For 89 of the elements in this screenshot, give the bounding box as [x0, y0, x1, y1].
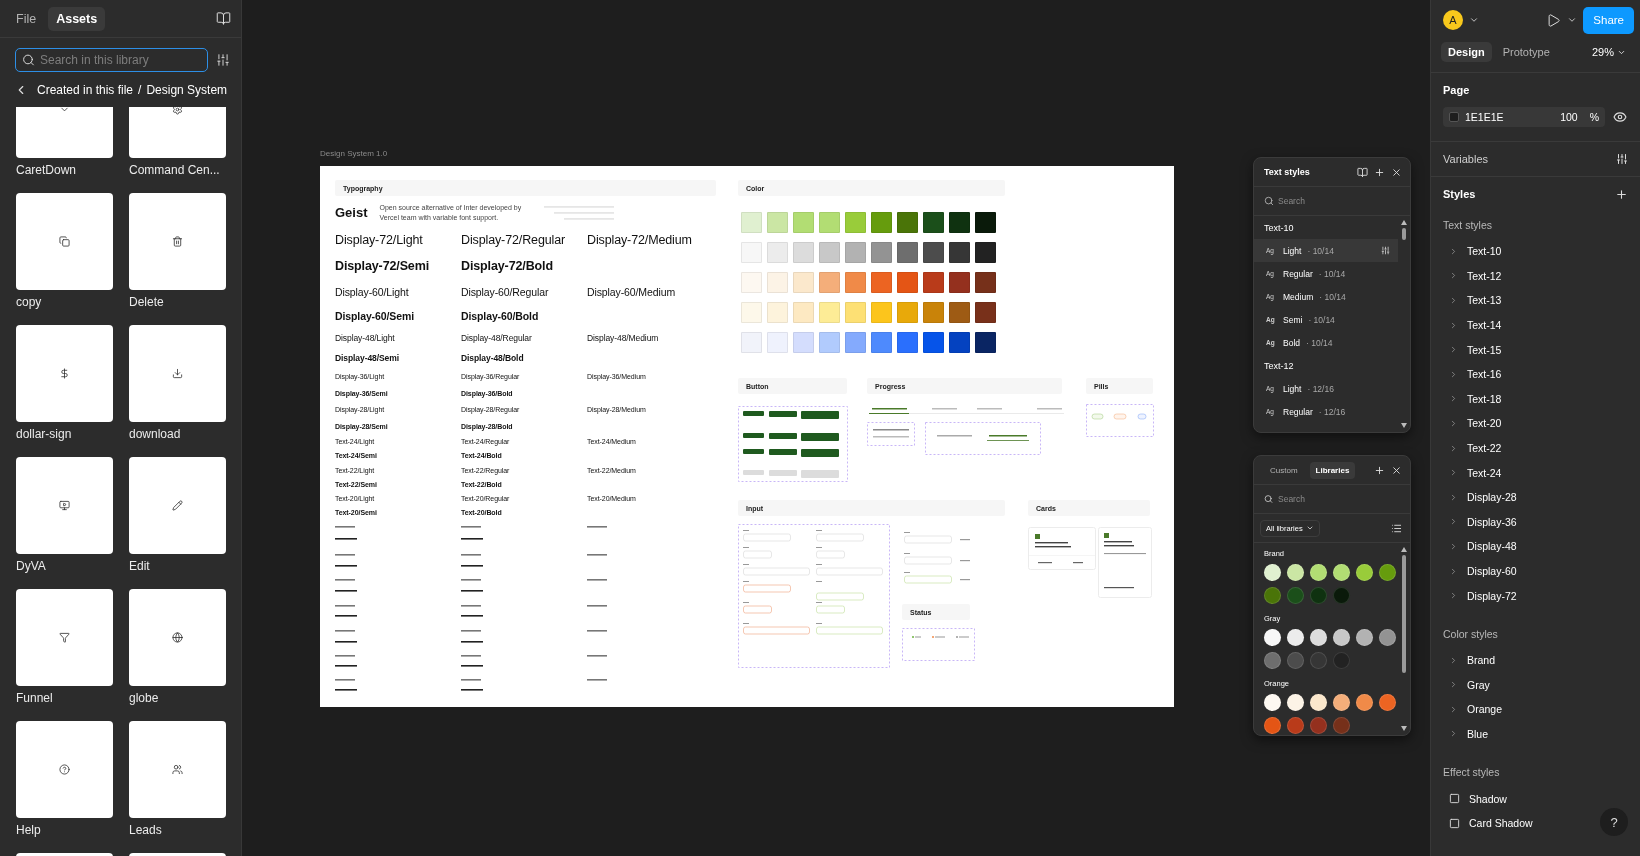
effect-style[interactable]: Card Shadow: [1443, 810, 1533, 836]
page-color-field[interactable]: 1E1E1E 100 %: [1443, 107, 1605, 127]
style-group[interactable]: Text-18: [1443, 386, 1502, 412]
style-name: Light: [1283, 383, 1302, 394]
style-spec: · 10/14: [1318, 268, 1347, 279]
style-group[interactable]: Text-22: [1443, 435, 1502, 461]
style-spec: · 12/16: [1307, 383, 1335, 394]
style-name: Medium: [1283, 291, 1314, 302]
panel-tab[interactable]: Libraries: [1309, 461, 1356, 479]
type-sample: Display-60/Bold: [461, 309, 540, 322]
font-name: Geist: [335, 205, 368, 220]
asset-name: Delete: [129, 295, 164, 309]
type-sample: Display-72/Light: [335, 233, 424, 247]
search-field[interactable]: Search in this library: [15, 48, 208, 72]
style-group-name: Text-12: [1263, 359, 1295, 373]
frame-label[interactable]: Design System 1.0: [320, 149, 388, 158]
style-group[interactable]: Blue: [1443, 721, 1488, 747]
style-name: Bold: [1283, 337, 1300, 348]
asset-name: Edit: [129, 559, 150, 573]
style-group[interactable]: Display-48: [1443, 534, 1517, 559]
breadcrumb-separator: /: [138, 82, 142, 97]
type-sample: Display-48/Light: [335, 332, 396, 343]
panel-tab[interactable]: Design: [1441, 42, 1492, 62]
breadcrumb-link[interactable]: Created in this file: [37, 82, 134, 97]
breadcrumb-current: Design System: [146, 82, 228, 97]
type-sample: Display-60/Medium: [587, 286, 677, 298]
asset-name: Help: [16, 823, 41, 837]
type-sample: Display-72/Semi: [335, 259, 430, 273]
effect-style[interactable]: Shadow: [1443, 786, 1507, 811]
asset-name: globe: [129, 691, 159, 705]
style-group[interactable]: Text-20: [1443, 411, 1502, 436]
style-group[interactable]: Brand: [1443, 647, 1496, 673]
asset-name: copy: [16, 295, 42, 309]
type-sample: Display-72/Bold: [461, 259, 554, 273]
panel-tab[interactable]: Custom: [1264, 461, 1304, 479]
style-group[interactable]: Text-10: [1443, 239, 1502, 264]
style-group[interactable]: Text-12: [1443, 263, 1502, 289]
style-group[interactable]: Text-13: [1443, 288, 1502, 313]
asset-name: dollar-sign: [16, 427, 72, 441]
style-group[interactable]: Display-28: [1443, 484, 1517, 510]
search-field[interactable]: Search: [1254, 485, 1410, 513]
style-name: Regular: [1283, 406, 1313, 417]
section-title: Styles: [1443, 188, 1476, 200]
panel-tab[interactable]: Prototype: [1495, 42, 1557, 62]
style-spec: · 10/14: [1306, 337, 1334, 348]
style-name: Regular: [1283, 268, 1313, 279]
type-sample: Display-72/Medium: [587, 233, 693, 247]
style-group-name: Text-10: [1263, 221, 1295, 235]
type-sample: Display-60/Semi: [335, 309, 415, 322]
zoom-dropdown[interactable]: 29%: [1585, 45, 1632, 59]
style-group[interactable]: Text-14: [1443, 312, 1502, 338]
subsection-title: Text styles: [1443, 218, 1493, 233]
type-sample: Display-48/Medium: [587, 332, 660, 343]
section-title: Page: [1443, 84, 1470, 96]
style-spec: · 10/14: [1307, 245, 1335, 256]
search-field[interactable]: Search: [1254, 187, 1410, 215]
style-group[interactable]: Display-72: [1443, 583, 1517, 608]
subsection-title: Color styles: [1443, 626, 1499, 642]
style-group[interactable]: Display-36: [1443, 509, 1517, 535]
asset-name: DyVA: [16, 559, 46, 573]
panel-tab[interactable]: Assets: [48, 6, 106, 31]
style-group[interactable]: Gray: [1443, 672, 1490, 698]
asset-name: Leads: [129, 823, 162, 837]
asset-name: download: [129, 427, 181, 441]
asset-name: Funnel: [16, 691, 53, 705]
style-spec: · 10/14: [1319, 291, 1347, 302]
style-spec: · 10/14: [1308, 314, 1336, 325]
user-avatar[interactable]: A: [1443, 10, 1463, 30]
style-group[interactable]: Text-15: [1443, 337, 1502, 362]
style-group[interactable]: Orange: [1443, 697, 1503, 722]
asset-name: CaretDown: [16, 163, 77, 177]
type-sample: Display-60/Light: [335, 286, 410, 298]
help-button[interactable]: ?: [1600, 808, 1628, 836]
subsection-title: Effect styles: [1443, 765, 1501, 781]
type-sample: Display-48/Semi: [335, 352, 400, 363]
type-sample: Display-60/Regular: [461, 286, 550, 298]
style-group[interactable]: Text-24: [1443, 460, 1502, 485]
type-sample: Display-48/Regular: [461, 332, 533, 343]
type-sample: Display-72/Regular: [461, 233, 567, 247]
style-name: Light: [1283, 245, 1302, 256]
panel-title: Text styles: [1264, 167, 1311, 177]
style-spec: · 12/16: [1318, 406, 1347, 417]
style-group[interactable]: Display-60: [1443, 558, 1517, 584]
section-title: Variables: [1443, 153, 1489, 165]
type-sample: Display-48/Bold: [461, 352, 525, 363]
asset-name: Command Cen...: [129, 163, 220, 177]
panel-tab[interactable]: File: [8, 6, 45, 31]
style-name: Semi: [1283, 314, 1303, 325]
style-group[interactable]: Text-16: [1443, 361, 1502, 387]
